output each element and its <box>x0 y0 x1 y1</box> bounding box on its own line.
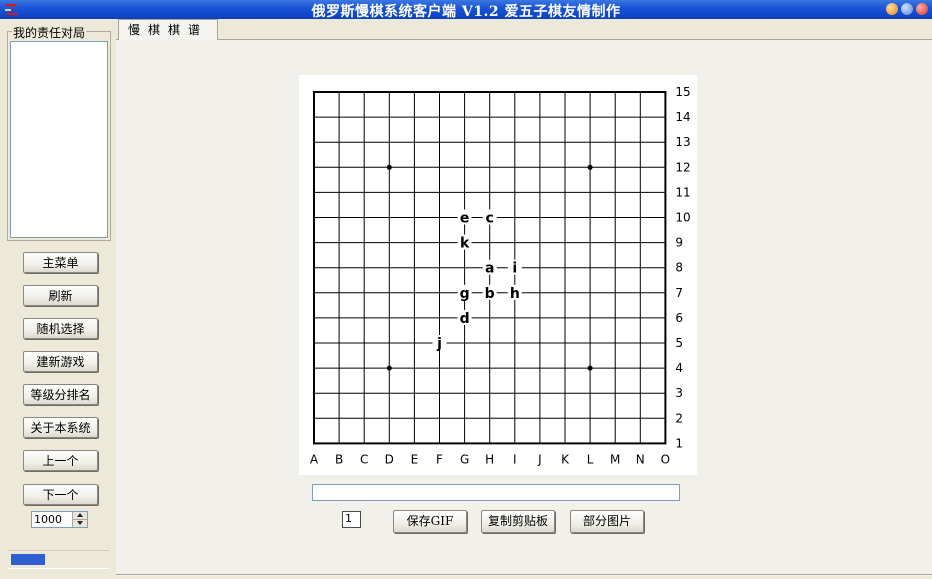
board-canvas: A B C D E F G H I J K L M N O 15 14 13 12 11 10 9 8 7 6 5 4 3 2 1 e c k a… <box>299 75 697 475</box>
column-label: B <box>335 452 343 466</box>
column-label: N <box>636 452 645 466</box>
row-label: 10 <box>675 211 690 225</box>
page-number-field[interactable]: 1 <box>342 511 361 528</box>
column-label: J <box>537 452 542 466</box>
interval-spinner[interactable]: 1000 <box>31 511 88 528</box>
column-label: L <box>587 452 594 466</box>
random-select-button[interactable]: 随机选择 <box>23 318 98 339</box>
gomoku-board[interactable]: A B C D E F G H I J K L M N O 15 14 13 12 11 10 9 8 7 6 5 4 3 2 1 e cka… <box>299 75 697 475</box>
move-mark-a[interactable]: a <box>485 261 494 277</box>
move-mark-c[interactable]: c <box>486 211 494 227</box>
row-label: 8 <box>675 261 683 275</box>
previous-button[interactable]: 上一个 <box>23 450 98 471</box>
move-mark-e[interactable]: e <box>460 211 470 227</box>
move-mark-i[interactable]: i <box>512 261 517 277</box>
tab-game-records[interactable]: 慢棋棋谱 <box>118 19 218 40</box>
column-label: H <box>485 452 494 466</box>
star-point <box>386 164 392 170</box>
bottom-border <box>116 574 932 575</box>
spinner-down-icon[interactable] <box>72 520 87 527</box>
move-mark-g[interactable]: g <box>460 286 470 302</box>
spinner-up-icon[interactable] <box>72 512 87 520</box>
column-label: G <box>460 452 469 466</box>
main-menu-button[interactable]: 主菜单 <box>23 252 98 273</box>
row-label: 1 <box>675 436 683 450</box>
column-label: D <box>385 452 394 466</box>
rating-rank-button[interactable]: 等级分排名 <box>23 384 98 405</box>
save-gif-button[interactable]: 保存GIF <box>393 510 467 533</box>
row-label: 3 <box>675 386 683 400</box>
row-label: 9 <box>675 236 683 250</box>
row-label: 11 <box>675 185 690 199</box>
row-label: 15 <box>675 85 690 99</box>
move-mark-h[interactable]: h <box>510 286 520 302</box>
row-label: 4 <box>675 361 683 375</box>
column-label: A <box>310 452 319 466</box>
close-button[interactable] <box>916 3 928 15</box>
column-label: F <box>436 452 443 466</box>
progress-fill <box>11 554 45 565</box>
refresh-button[interactable]: 刷新 <box>23 285 98 306</box>
star-point <box>386 365 392 371</box>
status-field[interactable] <box>312 484 680 501</box>
spinner-value[interactable]: 1000 <box>34 513 62 526</box>
copy-clipboard-button[interactable]: 复制剪贴板 <box>481 510 555 533</box>
new-game-button[interactable]: 建新游戏 <box>23 351 98 372</box>
column-label: K <box>561 452 570 466</box>
row-label: 14 <box>675 110 690 124</box>
move-mark-k[interactable]: k <box>460 236 470 252</box>
star-point <box>587 164 593 170</box>
column-label: M <box>610 452 620 466</box>
column-label: C <box>360 452 368 466</box>
my-games-list[interactable] <box>10 41 108 238</box>
window-title: 俄罗斯慢棋系统客户端 V1.2 爱五子棋友情制作 <box>311 4 621 20</box>
row-label: 2 <box>675 411 683 425</box>
star-point <box>587 365 593 371</box>
row-label: 6 <box>675 311 683 325</box>
about-button[interactable]: 关于本系统 <box>23 417 98 438</box>
maximize-button[interactable] <box>901 3 913 15</box>
row-label: 13 <box>675 135 690 149</box>
move-mark-d[interactable]: d <box>460 311 470 327</box>
row-label: 5 <box>675 336 683 350</box>
title-bar: 俄罗斯慢棋系统客户端 V1.2 爱五子棋友情制作 <box>0 0 932 20</box>
minimize-button[interactable] <box>886 3 898 15</box>
move-mark-b[interactable]: b <box>485 286 495 302</box>
next-button[interactable]: 下一个 <box>23 484 98 505</box>
column-label: I <box>513 452 517 466</box>
partial-image-button[interactable]: 部分图片 <box>570 510 644 533</box>
column-label: O <box>661 452 670 466</box>
my-games-title: 我的责任对局 <box>12 24 87 41</box>
row-label: 7 <box>675 286 683 300</box>
move-mark-j[interactable]: j <box>436 336 442 352</box>
row-label: 12 <box>675 160 690 174</box>
column-label: E <box>411 452 419 466</box>
